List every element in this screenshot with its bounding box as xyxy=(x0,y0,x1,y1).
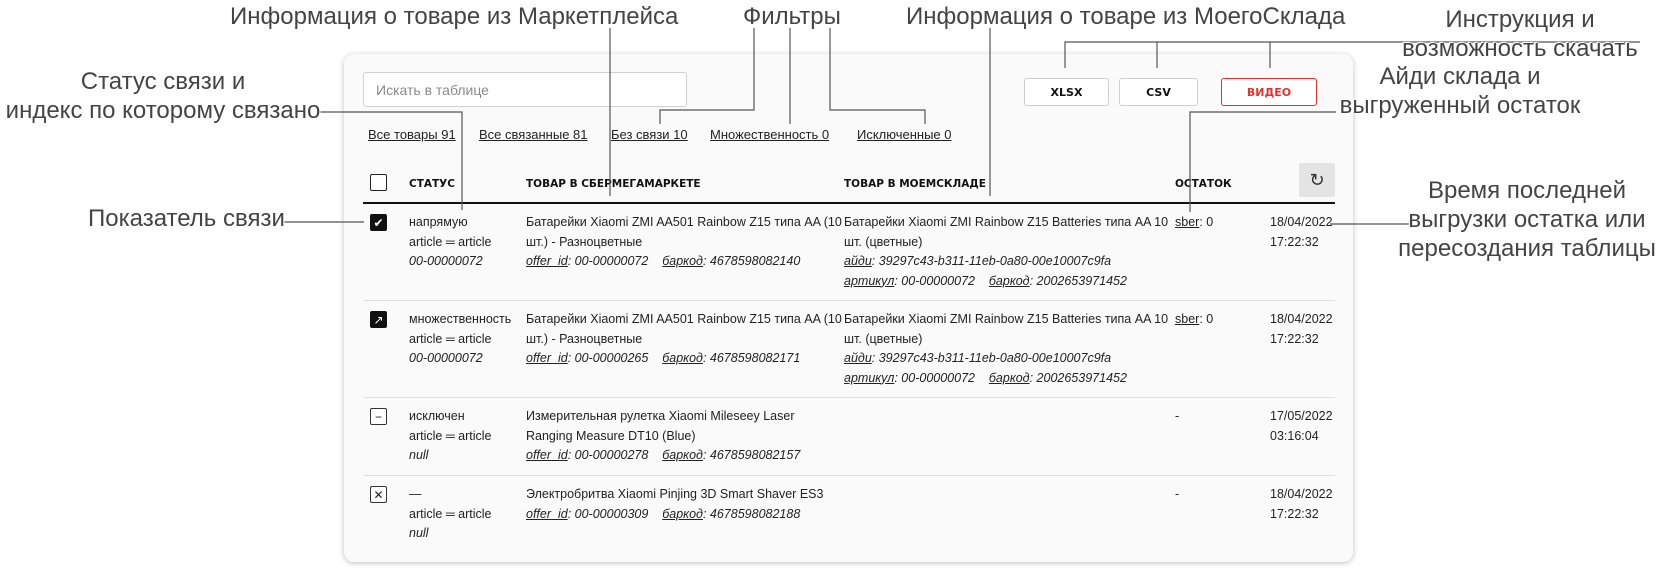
status-cell: множественность article ═ article 00-000… xyxy=(409,312,512,365)
arrow-up-right-icon: ↗ xyxy=(373,312,384,327)
annotation-instructions: Инструкция и возможность скачать xyxy=(1402,6,1638,62)
annotation-status: Статус связи и индекс по которому связан… xyxy=(5,68,321,124)
annotation-stock: Айди склада и выгруженный остаток xyxy=(1339,63,1581,119)
filter-linked[interactable]: Все связанные 81 xyxy=(479,127,588,142)
column-stock: ОСТАТОК xyxy=(1175,178,1232,190)
column-ms: ТОВАР В МОЕМСКЛАДЕ xyxy=(844,178,986,190)
xlsx-button[interactable]: XLSX xyxy=(1024,78,1109,106)
filter-all[interactable]: Все товары 91 xyxy=(368,127,456,142)
select-all-checkbox[interactable] xyxy=(370,174,387,191)
row-checkbox[interactable]: ↗ xyxy=(370,311,387,328)
close-icon: ✕ xyxy=(373,487,384,502)
ms-cell: Батарейки Xiaomi ZMI Rainbow Z15 Batteri… xyxy=(844,215,1169,288)
time-cell: 17/05/2022 03:16:04 xyxy=(1270,409,1333,443)
refresh-icon: ↻ xyxy=(1309,169,1325,190)
filter-excluded[interactable]: Исключенные 0 xyxy=(857,127,952,142)
stock-cell: - xyxy=(1175,409,1180,423)
filter-multiple[interactable]: Множественность 0 xyxy=(710,127,829,142)
market-cell: Измерительная рулетка Xiaomi Mileseey La… xyxy=(526,409,801,462)
time-cell: 18/04/2022 17:22:32 xyxy=(1270,487,1333,521)
annotation-time: Время последней выгрузки остатка или пер… xyxy=(1398,177,1656,262)
stock-cell: sber: 0 xyxy=(1175,215,1214,229)
market-cell: Электробритва Xiaomi Pinjing 3D Smart Sh… xyxy=(526,487,824,521)
ms-cell: Батарейки Xiaomi ZMI Rainbow Z15 Batteri… xyxy=(844,312,1169,385)
row-checkbox[interactable]: ✕ xyxy=(370,486,387,503)
search-input[interactable] xyxy=(363,72,687,107)
row-divider xyxy=(363,397,1335,398)
annotation-filters: Фильтры xyxy=(743,3,841,30)
annotation-indicator: Показатель связи xyxy=(88,205,285,232)
header-divider xyxy=(363,202,1335,204)
annotation-ms-info: Информация о товаре из МоегоСклада xyxy=(906,3,1346,30)
status-cell: напрямую article ═ article 00-00000072 xyxy=(409,215,492,268)
row-divider xyxy=(363,475,1335,476)
status-cell: исключен article ═ article null xyxy=(409,409,492,462)
column-market: ТОВАР В СБЕРМЕГАМАРКЕТЕ xyxy=(526,178,701,190)
filter-unlinked[interactable]: Без связи 10 xyxy=(611,127,688,142)
row-checkbox[interactable]: − xyxy=(370,408,387,425)
csv-button[interactable]: CSV xyxy=(1119,78,1198,106)
market-cell: Батарейки Xiaomi ZMI AA501 Rainbow Z15 т… xyxy=(526,312,842,365)
check-icon: ✔ xyxy=(373,215,384,230)
stock-cell: sber: 0 xyxy=(1175,312,1214,326)
row-divider xyxy=(363,300,1335,301)
time-cell: 18/04/2022 17:22:32 xyxy=(1270,215,1333,249)
time-cell: 18/04/2022 17:22:32 xyxy=(1270,312,1333,346)
stock-cell: - xyxy=(1175,487,1180,501)
minus-icon: − xyxy=(374,409,382,424)
video-button[interactable]: ВИДЕО xyxy=(1221,78,1317,106)
column-status: СТАТУС xyxy=(409,178,455,190)
status-cell: — article ═ article null xyxy=(409,487,492,540)
annotation-market-info: Информация о товаре из Маркетплейса xyxy=(230,3,679,30)
refresh-button[interactable]: ↻ xyxy=(1299,163,1335,197)
market-cell: Батарейки Xiaomi ZMI AA501 Rainbow Z15 т… xyxy=(526,215,842,268)
row-checkbox[interactable]: ✔ xyxy=(370,214,387,231)
